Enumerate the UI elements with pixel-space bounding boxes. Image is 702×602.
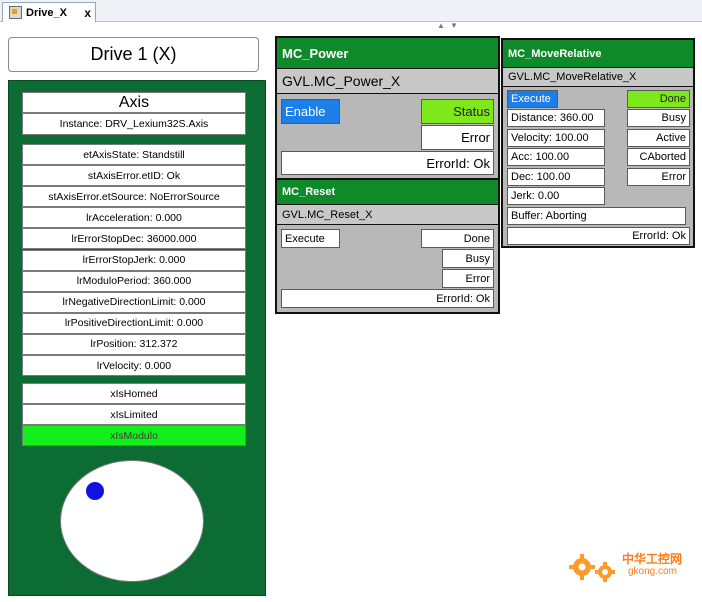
axis-flag-xishomed: xIsHomed bbox=[22, 383, 246, 404]
mc-power-status-output: Status bbox=[421, 99, 494, 124]
close-icon[interactable]: x bbox=[84, 6, 91, 20]
mc-moverelative-instance: GVL.MC_MoveRelative_X bbox=[503, 68, 693, 87]
mc-moverelative-distance-input[interactable]: Distance: 360.00 bbox=[507, 109, 605, 127]
axis-value-row: lrErrorStopJerk: 0.000 bbox=[22, 249, 246, 271]
axis-value-row: lrPositiveDirectionLimit: 0.000 bbox=[22, 312, 246, 334]
axis-instance: Instance: DRV_Lexium32S.Axis bbox=[22, 113, 246, 135]
mc-moverelative-velocity-input[interactable]: Velocity: 100.00 bbox=[507, 129, 605, 147]
watermark-title: 中华工控网 bbox=[622, 552, 683, 566]
mc-moverelative-done-output: Done bbox=[627, 90, 690, 108]
tab-drive-x[interactable]: Drive_X x bbox=[2, 2, 96, 22]
mc-power-instance: GVL.MC_Power_X bbox=[277, 69, 498, 94]
editor-tab-strip bbox=[0, 0, 702, 22]
axis-value-row: lrAcceleration: 0.000 bbox=[22, 207, 246, 229]
mc-power-error-output: Error bbox=[421, 125, 494, 150]
visualization-icon bbox=[9, 6, 22, 19]
axis-flag-xismodulo: xIsModulo bbox=[22, 425, 246, 446]
mc-reset-execute-button[interactable]: Execute bbox=[281, 229, 340, 248]
drive-title: Drive 1 (X) bbox=[8, 37, 259, 72]
scroll-down-icon[interactable]: ▼ bbox=[450, 21, 458, 30]
mc-moverelative-acc-input[interactable]: Acc: 100.00 bbox=[507, 148, 605, 166]
mc-moverelative-execute-button[interactable]: Execute bbox=[507, 90, 558, 108]
mc-moverelative-dec-input[interactable]: Dec: 100.00 bbox=[507, 168, 605, 186]
mc-power-title: MC_Power bbox=[277, 38, 498, 69]
mc-moverelative-caborted-output: CAborted bbox=[627, 148, 690, 166]
axis-value-row: lrPosition: 312.372 bbox=[22, 333, 246, 355]
mc-moverelative-buffer-input[interactable]: Buffer: Aborting bbox=[507, 207, 686, 225]
tab-label: Drive_X bbox=[26, 6, 67, 19]
axis-value-row: lrNegativeDirectionLimit: 0.000 bbox=[22, 291, 246, 313]
mc-moverelative-title: MC_MoveRelative bbox=[503, 40, 693, 68]
axis-value-row: stAxisError.etID: Ok bbox=[22, 165, 246, 187]
scroll-up-icon[interactable]: ▲ bbox=[437, 21, 445, 30]
mc-reset-done-output: Done bbox=[421, 229, 494, 248]
position-gauge bbox=[60, 460, 204, 582]
mc-reset-errorid-output: ErrorId: Ok bbox=[281, 289, 494, 308]
axis-value-row: lrErrorStopDec: 36000.000 bbox=[22, 228, 246, 250]
mc-reset-title: MC_Reset bbox=[277, 180, 498, 205]
axis-value-row: etAxisState: Standstill bbox=[22, 144, 246, 165]
axis-value-row: stAxisError.etSource: NoErrorSource bbox=[22, 186, 246, 208]
axis-value-row: lrModuloPeriod: 360.000 bbox=[22, 270, 246, 292]
mc-reset-busy-output: Busy bbox=[442, 249, 494, 268]
mc-moverelative-busy-output: Busy bbox=[627, 109, 690, 127]
mc-power-errorid-output: ErrorId: Ok bbox=[281, 151, 494, 175]
mc-moverelative-error-output: Error bbox=[627, 168, 690, 186]
position-indicator-dot bbox=[86, 482, 104, 500]
mc-moverelative-errorid-output: ErrorId: Ok bbox=[507, 227, 690, 245]
watermark-url: gkong.com bbox=[628, 566, 677, 577]
mc-moverelative-active-output: Active bbox=[627, 129, 690, 147]
axis-value-row: lrVelocity: 0.000 bbox=[22, 355, 246, 376]
mc-reset-instance: GVL.MC_Reset_X bbox=[277, 205, 498, 225]
axis-title: Axis bbox=[22, 92, 246, 113]
mc-moverelative-jerk-input[interactable]: Jerk: 0.00 bbox=[507, 187, 605, 205]
axis-flag-xislimited: xIsLimited bbox=[22, 404, 246, 425]
mc-power-enable-button[interactable]: Enable bbox=[281, 99, 340, 124]
mc-reset-error-output: Error bbox=[442, 269, 494, 288]
